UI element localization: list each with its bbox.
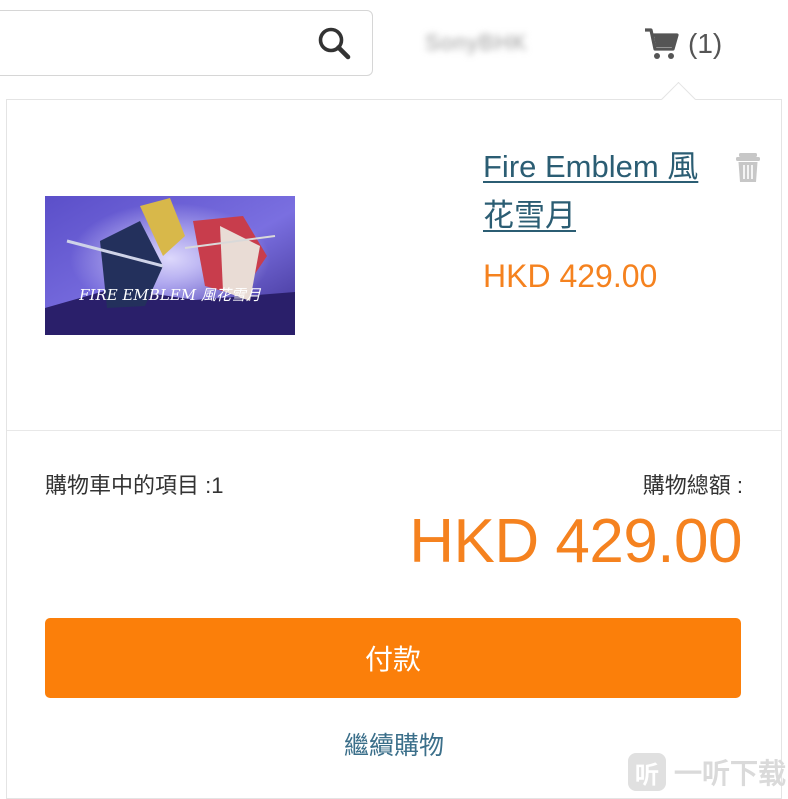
account-username[interactable]: SonyBHK bbox=[425, 30, 569, 56]
shopping-cart-icon bbox=[645, 28, 679, 59]
product-image[interactable]: FIRE EMBLEM 風花雪月 bbox=[45, 196, 295, 335]
cart-total-label: 購物總額 : bbox=[642, 473, 743, 498]
cart-count: (1) bbox=[688, 28, 723, 59]
watermark-logo: 听 bbox=[628, 753, 666, 791]
checkout-button[interactable]: 付款 bbox=[45, 618, 741, 698]
trash-icon bbox=[736, 153, 760, 182]
cart-total-value: HKD 429.00 bbox=[409, 507, 742, 576]
product-price: HKD 429.00 bbox=[483, 258, 658, 294]
search-icon bbox=[318, 27, 351, 60]
cart-item-count: 購物車中的項目 :1 bbox=[45, 473, 224, 498]
remove-item-button[interactable] bbox=[735, 152, 761, 184]
search-button[interactable] bbox=[316, 25, 354, 63]
divider bbox=[7, 430, 781, 431]
cart-button[interactable]: (1) bbox=[644, 22, 722, 66]
watermark: 听 一听下载 bbox=[628, 750, 786, 794]
product-image-caption: FIRE EMBLEM 風花雪月 bbox=[78, 286, 262, 304]
watermark-text: 一听下载 bbox=[674, 758, 787, 789]
search-input[interactable] bbox=[0, 10, 373, 76]
product-title-link[interactable]: Fire Emblem 風花雪月 bbox=[483, 142, 723, 240]
